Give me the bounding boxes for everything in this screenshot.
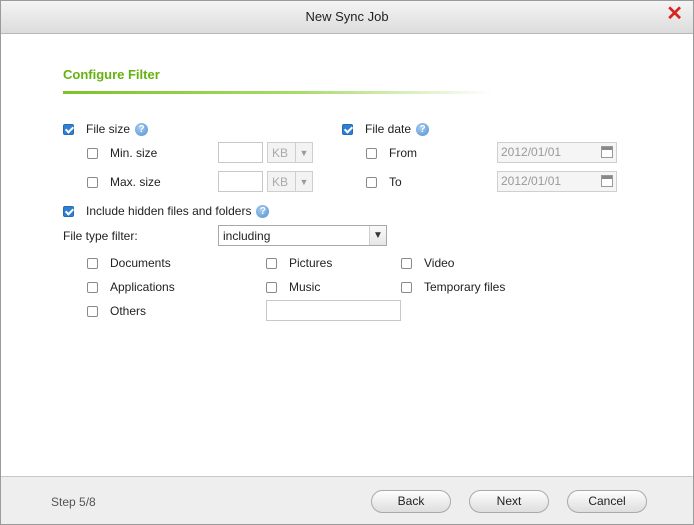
video-label: Video xyxy=(424,256,455,270)
min-size-unit-select[interactable]: KB ▼ xyxy=(267,142,313,163)
file-size-row: File size ? xyxy=(63,121,149,137)
type-others-row: Others xyxy=(87,303,146,319)
from-date-field[interactable]: 2012/01/01 xyxy=(497,142,617,163)
min-size-label: Min. size xyxy=(110,146,158,160)
from-date-value: 2012/01/01 xyxy=(501,145,562,159)
min-size-input[interactable] xyxy=(218,142,263,163)
step-indicator: Step 5/8 xyxy=(51,495,96,509)
max-size-row: Max. size xyxy=(87,174,161,190)
max-size-checkbox[interactable] xyxy=(87,176,98,188)
temporary-files-checkbox[interactable] xyxy=(401,281,412,293)
min-size-row: Min. size xyxy=(87,145,157,161)
to-date-field[interactable]: 2012/01/01 xyxy=(497,171,617,192)
back-button[interactable]: Back xyxy=(371,490,451,513)
from-date-label: From xyxy=(389,146,417,160)
file-size-label: File size xyxy=(86,122,131,136)
max-size-input[interactable] xyxy=(218,171,263,192)
temporary-files-label: Temporary files xyxy=(424,280,506,294)
others-label: Others xyxy=(110,304,147,318)
dialog-footer: Step 5/8 Back Next Cancel xyxy=(1,476,693,524)
hidden-files-checkbox[interactable] xyxy=(63,205,74,217)
chevron-down-icon: ▼ xyxy=(295,172,312,191)
pictures-checkbox[interactable] xyxy=(266,257,277,269)
file-date-row: File date ? xyxy=(342,121,430,137)
file-date-label: File date xyxy=(365,122,412,136)
hidden-files-row: Include hidden files and folders ? xyxy=(63,203,270,219)
type-documents-row: Documents xyxy=(87,255,171,271)
file-type-filter-value: including xyxy=(223,228,271,243)
max-size-unit-select[interactable]: KB ▼ xyxy=(267,171,313,192)
close-icon[interactable]: ✕ xyxy=(666,4,683,24)
to-date-row: To xyxy=(366,174,402,190)
type-applications-row: Applications xyxy=(87,279,175,295)
section-divider xyxy=(63,91,493,94)
help-icon[interactable]: ? xyxy=(256,204,270,218)
video-checkbox[interactable] xyxy=(401,257,412,269)
max-size-label: Max. size xyxy=(110,175,161,189)
from-date-checkbox[interactable] xyxy=(366,147,377,159)
calendar-icon[interactable] xyxy=(601,175,613,187)
documents-label: Documents xyxy=(110,256,171,270)
type-video-row: Video xyxy=(401,255,454,271)
type-music-row: Music xyxy=(266,279,320,295)
music-label: Music xyxy=(289,280,321,294)
pictures-label: Pictures xyxy=(289,256,333,270)
cancel-button[interactable]: Cancel xyxy=(567,490,647,513)
chevron-down-icon: ▼ xyxy=(369,226,386,245)
file-type-filter-label: File type filter: xyxy=(63,229,138,243)
type-temporary-row: Temporary files xyxy=(401,279,505,295)
section-title: Configure Filter xyxy=(63,67,160,82)
type-pictures-row: Pictures xyxy=(266,255,332,271)
music-checkbox[interactable] xyxy=(266,281,277,293)
chevron-down-icon: ▼ xyxy=(295,143,312,162)
max-size-unit-value: KB xyxy=(272,174,289,189)
title-bar: New Sync Job ✕ xyxy=(1,1,693,34)
new-sync-job-dialog: New Sync Job ✕ Configure Filter File siz… xyxy=(0,0,694,525)
next-button[interactable]: Next xyxy=(469,490,549,513)
hidden-files-label: Include hidden files and folders xyxy=(86,204,252,218)
to-date-label: To xyxy=(389,175,402,189)
file-type-filter-select[interactable]: including ▼ xyxy=(218,225,387,246)
applications-label: Applications xyxy=(110,280,175,294)
dialog-title: New Sync Job xyxy=(305,9,389,24)
help-icon[interactable]: ? xyxy=(416,122,430,136)
file-date-checkbox[interactable] xyxy=(342,123,353,135)
to-date-value: 2012/01/01 xyxy=(501,174,562,188)
others-checkbox[interactable] xyxy=(87,305,98,317)
min-size-checkbox[interactable] xyxy=(87,147,98,159)
file-type-filter-row: File type filter: xyxy=(63,228,138,244)
file-size-checkbox[interactable] xyxy=(63,123,74,135)
applications-checkbox[interactable] xyxy=(87,281,98,293)
to-date-checkbox[interactable] xyxy=(366,176,377,188)
help-icon[interactable]: ? xyxy=(135,122,149,136)
others-input[interactable] xyxy=(266,300,401,321)
calendar-icon[interactable] xyxy=(601,146,613,158)
min-size-unit-value: KB xyxy=(272,145,289,160)
from-date-row: From xyxy=(366,145,417,161)
documents-checkbox[interactable] xyxy=(87,257,98,269)
